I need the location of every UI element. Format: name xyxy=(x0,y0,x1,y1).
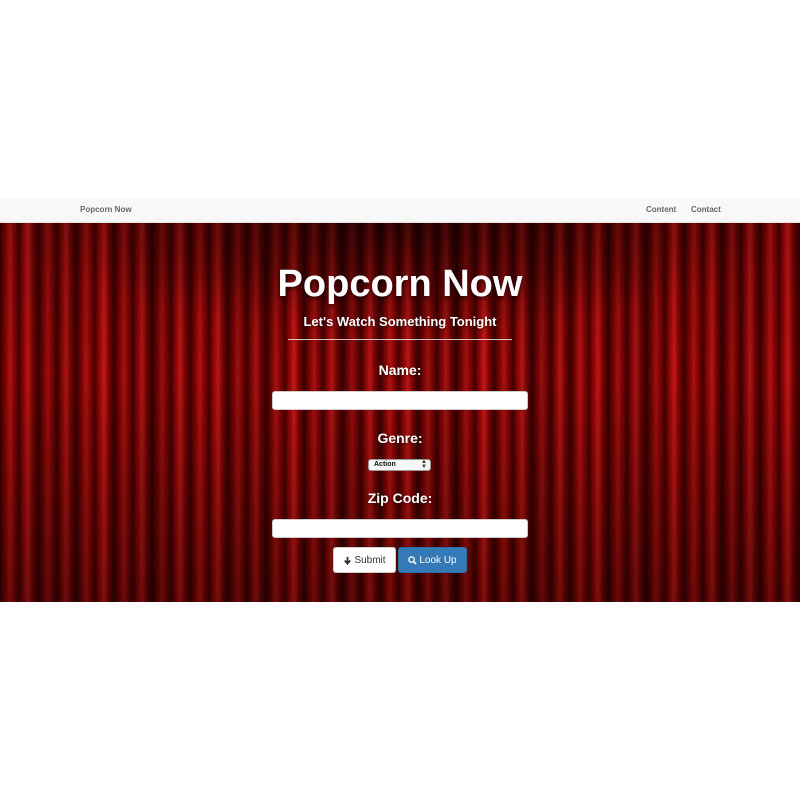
nav-link-contact[interactable]: Contact xyxy=(691,205,721,214)
page-title: Popcorn Now xyxy=(277,263,523,305)
divider xyxy=(288,339,512,340)
genre-label: Genre: xyxy=(377,430,423,446)
navbar: Popcorn Now Content Contact xyxy=(0,198,800,223)
select-arrows-icon: ▲ ▼ xyxy=(421,459,427,470)
search-icon xyxy=(408,555,418,565)
name-input[interactable] xyxy=(272,391,528,410)
name-label: Name: xyxy=(378,362,422,378)
genre-select-value: Action xyxy=(374,461,396,468)
brand-link[interactable]: Popcorn Now xyxy=(80,205,132,214)
zip-code-label: Zip Code: xyxy=(367,490,433,506)
page-subtitle: Let's Watch Something Tonight xyxy=(303,314,497,329)
submit-button[interactable]: Submit xyxy=(333,547,396,573)
nav-link-content[interactable]: Content xyxy=(646,205,676,214)
genre-select[interactable]: Action ▲ ▼ xyxy=(368,459,431,471)
look-up-label: Look Up xyxy=(419,554,457,566)
hero-curtain-banner: Popcorn Now Let's Watch Something Tonigh… xyxy=(0,223,800,602)
look-up-button[interactable]: Look Up xyxy=(398,547,467,573)
arrow-down-icon xyxy=(343,556,352,565)
zip-code-input[interactable] xyxy=(272,519,528,538)
hero-content: Popcorn Now Let's Watch Something Tonigh… xyxy=(0,223,800,602)
submit-label: Submit xyxy=(354,554,386,566)
